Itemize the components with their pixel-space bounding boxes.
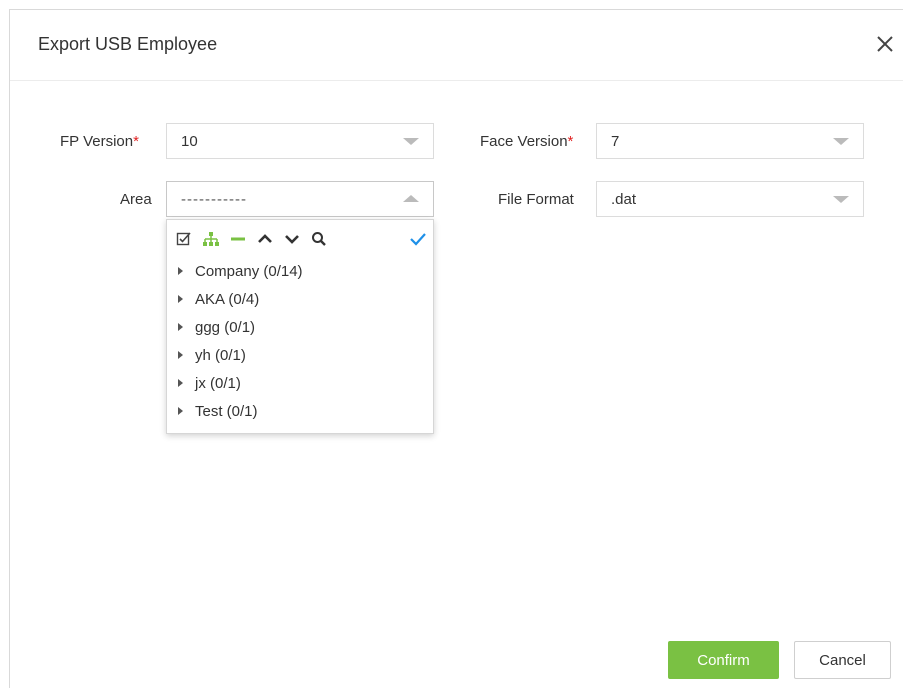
dialog-header: Export USB Employee xyxy=(10,10,903,81)
collapse-icon[interactable] xyxy=(229,230,247,248)
chevron-up-icon xyxy=(403,195,419,202)
face-version-label-text: Face Version xyxy=(480,133,568,150)
required-mark: * xyxy=(133,133,139,150)
tree-item-aka[interactable]: AKA (0/4) xyxy=(167,285,433,313)
fp-version-label-text: FP Version xyxy=(60,133,134,150)
face-version-label: Face Version* xyxy=(480,133,573,150)
chevron-down-icon xyxy=(403,138,419,145)
area-select[interactable]: ----------- xyxy=(166,181,434,217)
select-all-icon[interactable] xyxy=(175,230,193,248)
fp-version-value: 10 xyxy=(181,133,198,150)
caret-right-icon[interactable] xyxy=(178,267,183,275)
expand-up-icon[interactable] xyxy=(256,230,274,248)
export-usb-employee-dialog: Export USB Employee FP Version* 10 Face … xyxy=(9,9,903,688)
caret-right-icon[interactable] xyxy=(178,407,183,415)
chevron-down-icon xyxy=(833,196,849,203)
caret-right-icon[interactable] xyxy=(178,323,183,331)
tree-item-test[interactable]: Test (0/1) xyxy=(167,397,433,425)
file-format-value: .dat xyxy=(611,191,637,208)
close-icon[interactable] xyxy=(873,32,897,56)
checkmark-icon[interactable] xyxy=(409,231,427,247)
org-tree-icon[interactable] xyxy=(202,230,220,248)
fp-version-label: FP Version* xyxy=(60,133,139,150)
cancel-button[interactable]: Cancel xyxy=(794,641,891,679)
file-format-select[interactable]: .dat xyxy=(596,181,864,217)
caret-right-icon[interactable] xyxy=(178,379,183,387)
tree-item-company[interactable]: Company (0/14) xyxy=(167,257,433,285)
search-icon[interactable] xyxy=(310,230,328,248)
confirm-button[interactable]: Confirm xyxy=(668,641,779,679)
required-mark: * xyxy=(567,133,574,150)
tree-item-yh[interactable]: yh (0/1) xyxy=(167,341,433,369)
tree-item-label: yh (0/1) xyxy=(195,346,246,364)
caret-right-icon[interactable] xyxy=(178,351,183,359)
tree-item-label: jx (0/1) xyxy=(195,374,241,392)
tree-item-label: ggg (0/1) xyxy=(195,318,256,336)
area-value: ----------- xyxy=(181,191,247,208)
area-tree-dropdown: Company (0/14) AKA (0/4) ggg (0/1) yh (0… xyxy=(166,219,434,434)
area-label: Area xyxy=(120,191,152,208)
dialog-title: Export USB Employee xyxy=(38,34,218,54)
tree-item-jx[interactable]: jx (0/1) xyxy=(167,369,433,397)
tree-list: Company (0/14) AKA (0/4) ggg (0/1) yh (0… xyxy=(167,257,433,425)
tree-item-ggg[interactable]: ggg (0/1) xyxy=(167,313,433,341)
fp-version-select[interactable]: 10 xyxy=(166,123,434,159)
tree-toolbar xyxy=(175,230,337,248)
expand-down-icon[interactable] xyxy=(283,230,301,248)
file-format-label: File Format xyxy=(498,191,574,208)
chevron-down-icon xyxy=(833,138,849,145)
tree-item-label: AKA (0/4) xyxy=(195,290,260,308)
tree-item-label: Test (0/1) xyxy=(195,402,258,420)
tree-item-label: Company (0/14) xyxy=(195,262,303,280)
caret-right-icon[interactable] xyxy=(178,295,183,303)
face-version-select[interactable]: 7 xyxy=(596,123,864,159)
face-version-value: 7 xyxy=(611,133,620,150)
